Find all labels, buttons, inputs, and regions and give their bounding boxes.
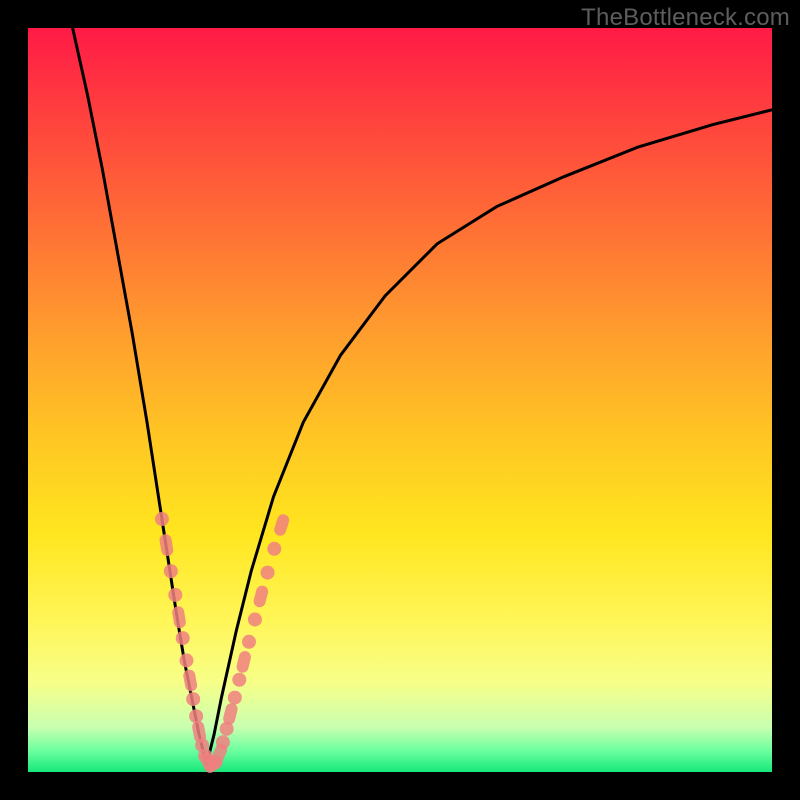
marker-pill bbox=[222, 702, 239, 726]
marker-dot bbox=[168, 588, 182, 602]
marker-dot bbox=[248, 612, 262, 626]
marker-pill bbox=[182, 669, 198, 693]
marker-dot bbox=[164, 564, 178, 578]
marker-dot bbox=[216, 735, 230, 749]
marker-dot bbox=[232, 673, 246, 687]
curve-group bbox=[73, 28, 772, 765]
chart-frame: TheBottleneck.com bbox=[0, 0, 800, 800]
marker-group bbox=[155, 512, 291, 775]
marker-dot bbox=[176, 631, 190, 645]
marker-pill bbox=[252, 584, 269, 608]
marker-dot bbox=[155, 512, 169, 526]
marker-dot bbox=[179, 653, 193, 667]
marker-dot bbox=[186, 692, 200, 706]
marker-dot bbox=[267, 542, 281, 556]
chart-svg bbox=[28, 28, 772, 772]
marker-pill bbox=[159, 533, 175, 557]
marker-pill bbox=[171, 605, 186, 629]
plot-area bbox=[28, 28, 772, 772]
marker-pill bbox=[235, 650, 252, 674]
marker-dot bbox=[189, 709, 203, 723]
marker-dot bbox=[228, 691, 242, 705]
marker-dot bbox=[261, 566, 275, 580]
marker-dot bbox=[242, 635, 256, 649]
watermark-text: TheBottleneck.com bbox=[581, 4, 790, 32]
marker-pill bbox=[273, 513, 291, 538]
curve-right-curve bbox=[207, 110, 772, 765]
